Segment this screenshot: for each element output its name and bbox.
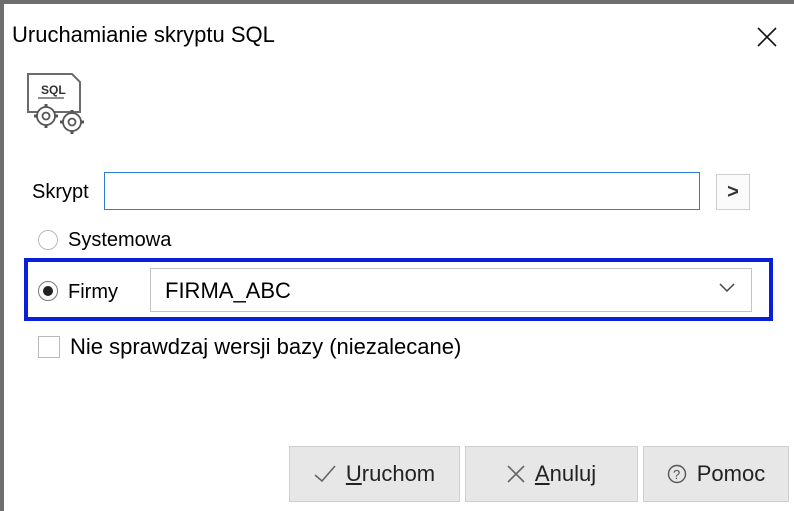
- run-button[interactable]: Uruchom: [289, 446, 460, 502]
- skip-version-check-checkbox[interactable]: [38, 336, 60, 358]
- help-question-icon: ?: [667, 464, 687, 484]
- cancel-button-label: nuluj: [549, 461, 597, 486]
- radio-selected-dot: [43, 286, 53, 296]
- cancel-button[interactable]: Anuluj: [465, 446, 638, 502]
- close-icon: [757, 27, 777, 47]
- checkmark-icon: [314, 465, 336, 483]
- window-frame-left: [0, 0, 4, 511]
- svg-text:?: ?: [673, 467, 680, 482]
- dialog-title: Uruchamianie skryptu SQL: [12, 22, 275, 47]
- help-button-label: Pomoc: [696, 461, 766, 486]
- script-label: Skrypt: [32, 181, 89, 203]
- radio-system-label: Systemowa: [68, 229, 172, 251]
- company-select-value: FIRMA_ABC: [165, 278, 291, 303]
- help-button[interactable]: ? Pomoc: [643, 446, 789, 502]
- close-button[interactable]: [750, 20, 784, 54]
- radio-company-database[interactable]: [38, 281, 58, 301]
- run-button-label: ruchom: [361, 461, 436, 486]
- radio-system-database[interactable]: [38, 230, 58, 250]
- chevron-down-icon: [719, 283, 735, 293]
- sql-script-icon: SQL: [27, 73, 84, 134]
- skip-version-check-label: Nie sprawdzaj wersji bazy (niezalecane): [70, 334, 462, 359]
- sql-icon-text: SQL: [41, 83, 66, 97]
- script-path-input[interactable]: [104, 172, 700, 210]
- window-frame-top: [0, 0, 794, 4]
- cancel-x-icon: [507, 465, 525, 483]
- run-button-mnemonic: U: [345, 461, 362, 486]
- radio-company-label: Firmy: [68, 281, 118, 303]
- browse-script-button[interactable]: >: [716, 174, 750, 210]
- chevron-right-icon: >: [727, 181, 739, 203]
- company-select[interactable]: FIRMA_ABC: [150, 268, 752, 312]
- cancel-button-mnemonic: A: [534, 461, 550, 486]
